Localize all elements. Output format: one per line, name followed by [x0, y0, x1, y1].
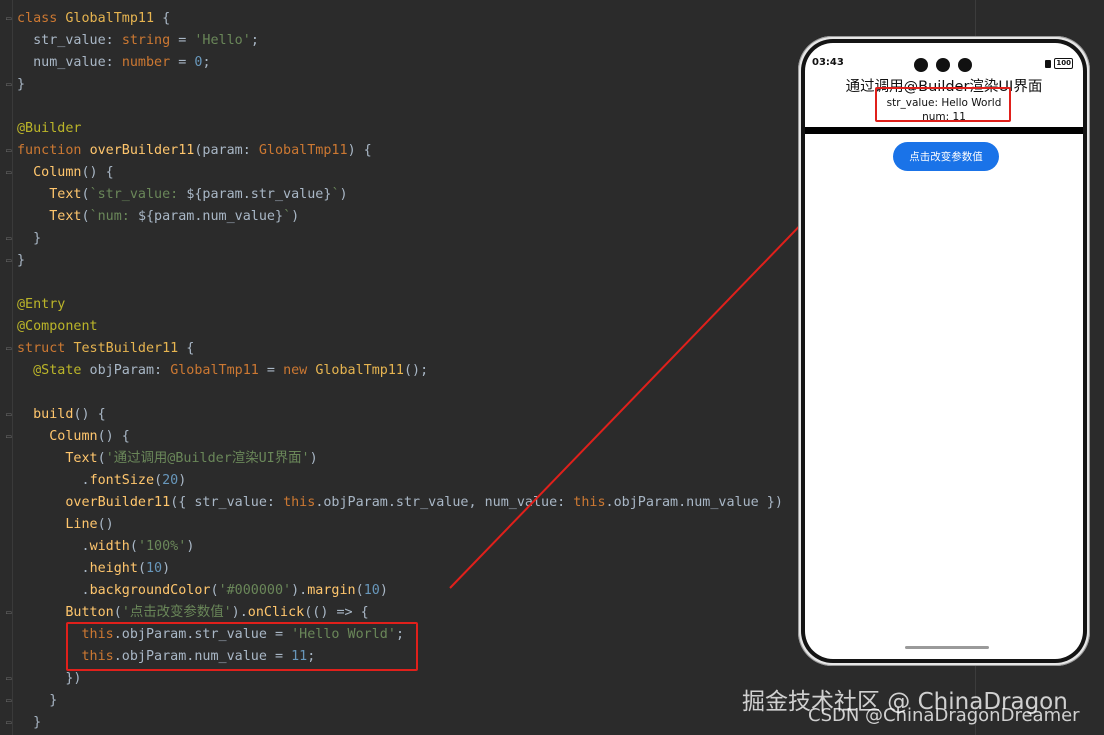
phone-screen: 03:43 100 通过调用@Builder渲染UI界面 str_value: …	[805, 43, 1083, 659]
lock-icon	[1045, 59, 1052, 68]
camera-dot-icon	[936, 58, 950, 72]
battery-icon: 100	[1054, 58, 1073, 69]
change-params-button[interactable]: 点击改变参数值	[893, 142, 999, 171]
status-icons: 100	[1045, 58, 1073, 69]
phone-preview: 03:43 100 通过调用@Builder渲染UI界面 str_value: …	[798, 36, 1090, 666]
watermark-csdn: CSDN @ChinaDragonDreamer	[808, 705, 1080, 726]
camera-dot-icon	[914, 58, 928, 72]
status-time: 03:43	[812, 57, 844, 68]
highlight-box-result	[875, 87, 1011, 122]
divider-line	[805, 127, 1083, 134]
phone-bezel: 03:43 100 通过调用@Builder渲染UI界面 str_value: …	[801, 39, 1087, 663]
camera-dot-icon	[958, 58, 972, 72]
home-indicator[interactable]	[905, 646, 989, 649]
